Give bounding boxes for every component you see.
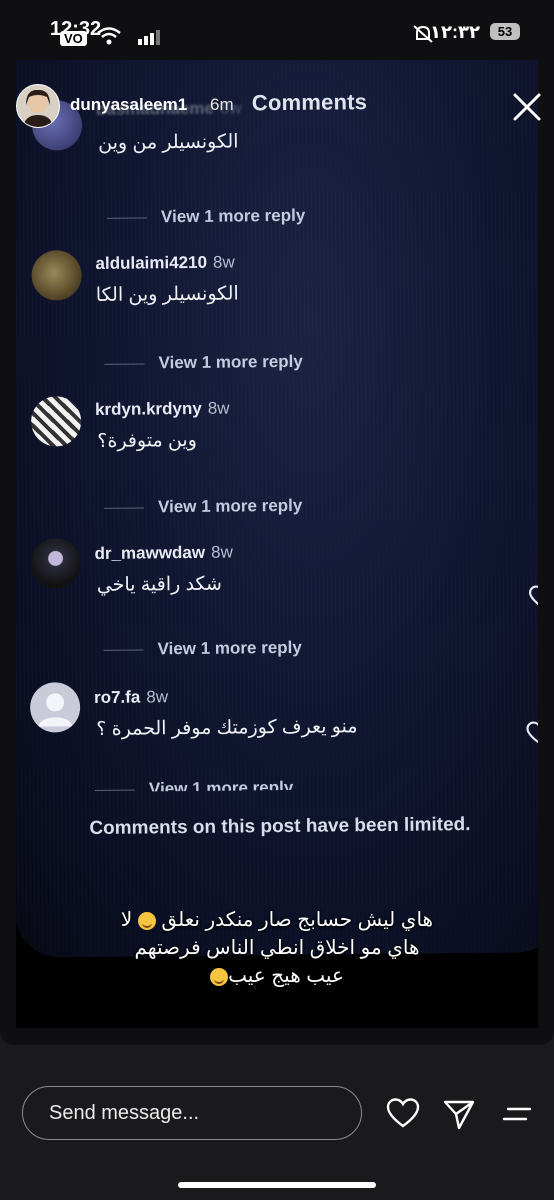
caption-line-1: هاي ليش حسابج صار منكدر نعلق لا <box>120 909 434 931</box>
comment-item: aldulaimi4210 8w الكونسيلر وين الكا <box>16 237 538 353</box>
comment-item: krdyn.krdyny 8w وين متوفرة؟ <box>16 381 538 497</box>
view-more-replies[interactable]: View 1 more reply <box>104 496 302 518</box>
view-more-replies[interactable]: View 1 more reply <box>104 352 303 374</box>
close-icon[interactable] <box>510 90 544 124</box>
story-time-ago: 6m <box>210 95 234 114</box>
send-message-input[interactable]: Send message... <box>22 1086 362 1140</box>
language-badge: VO <box>60 31 87 46</box>
default-avatar-icon <box>38 693 73 727</box>
status-bar: 12:32 VO ١٢:٣٢ 53 <box>0 0 554 60</box>
comment-text: الكونسيلر وين الكا <box>95 283 239 306</box>
view-more-replies[interactable]: View 1 more reply <box>95 778 293 792</box>
comment-text: وين متوفرة؟ <box>97 429 198 452</box>
story-caption: هاي ليش حسابج صار منكدر نعلق لا هاي مو ا… <box>56 906 498 990</box>
commenter-username: krdyn.krdyny 8w <box>94 398 230 419</box>
commenter-avatar <box>31 250 82 301</box>
story-photo: Comments basmadnaeme 8w الكونسيلر من وين … <box>16 60 538 1028</box>
commenter-avatar <box>30 538 81 589</box>
commenter-avatar <box>30 396 82 447</box>
battery-indicator: 53 <box>490 23 520 40</box>
heart-icon[interactable] <box>386 1097 420 1131</box>
laughing-emoji-icon <box>210 967 229 986</box>
menu-icon[interactable] <box>500 1097 534 1131</box>
avatar-portrait-icon <box>23 89 53 127</box>
comment-item: ro7.fa 8w منو يعرف كوزمتك موفر الحمرة ؟ <box>16 665 538 781</box>
caption-line-2: هاي مو اخلاق انطي الناس فرصتهم <box>134 937 420 959</box>
story-progress-bar <box>16 60 538 65</box>
view-more-replies[interactable]: View 1 more reply <box>103 638 302 660</box>
commenter-avatar <box>29 682 81 733</box>
home-indicator[interactable] <box>178 1182 376 1188</box>
story-author-avatar[interactable] <box>16 84 60 128</box>
commenter-username: dr_mawwdaw 8w <box>94 542 233 563</box>
photographed-comments-screen: Comments basmadnaeme 8w الكونسيلر من وين … <box>16 60 538 958</box>
wifi-icon <box>97 27 121 45</box>
comments-limited-notice: Comments on this post have been limited. <box>89 814 471 840</box>
comment-item: dr_mawwdaw 8w شكد راقية ياخي <box>16 523 538 639</box>
heart-icon[interactable] <box>526 721 538 745</box>
story-viewer: Comments basmadnaeme 8w الكونسيلر من وين … <box>0 0 554 1045</box>
story-author-username[interactable]: dunyasaleem1 <box>70 95 187 115</box>
heart-icon[interactable] <box>528 585 538 609</box>
comment-text: منو يعرف كوزمتك موفر الحمرة ؟ <box>96 716 358 740</box>
caption-line-3: عيب هيج عيب <box>56 962 498 990</box>
commenter-username: ro7.fa 8w <box>93 687 169 707</box>
send-icon[interactable] <box>442 1097 476 1131</box>
signal-icon <box>138 30 160 45</box>
commenter-username: aldulaimi4210 8w <box>95 252 235 273</box>
comment-text: شكد راقية ياخي <box>96 573 223 596</box>
view-more-replies[interactable]: View 1 more reply <box>107 206 305 228</box>
status-secondary-time: ١٢:٣٢ <box>430 22 480 42</box>
smirk-emoji-icon <box>137 911 156 930</box>
comment-text: الكونسيلر من وين <box>98 131 239 154</box>
